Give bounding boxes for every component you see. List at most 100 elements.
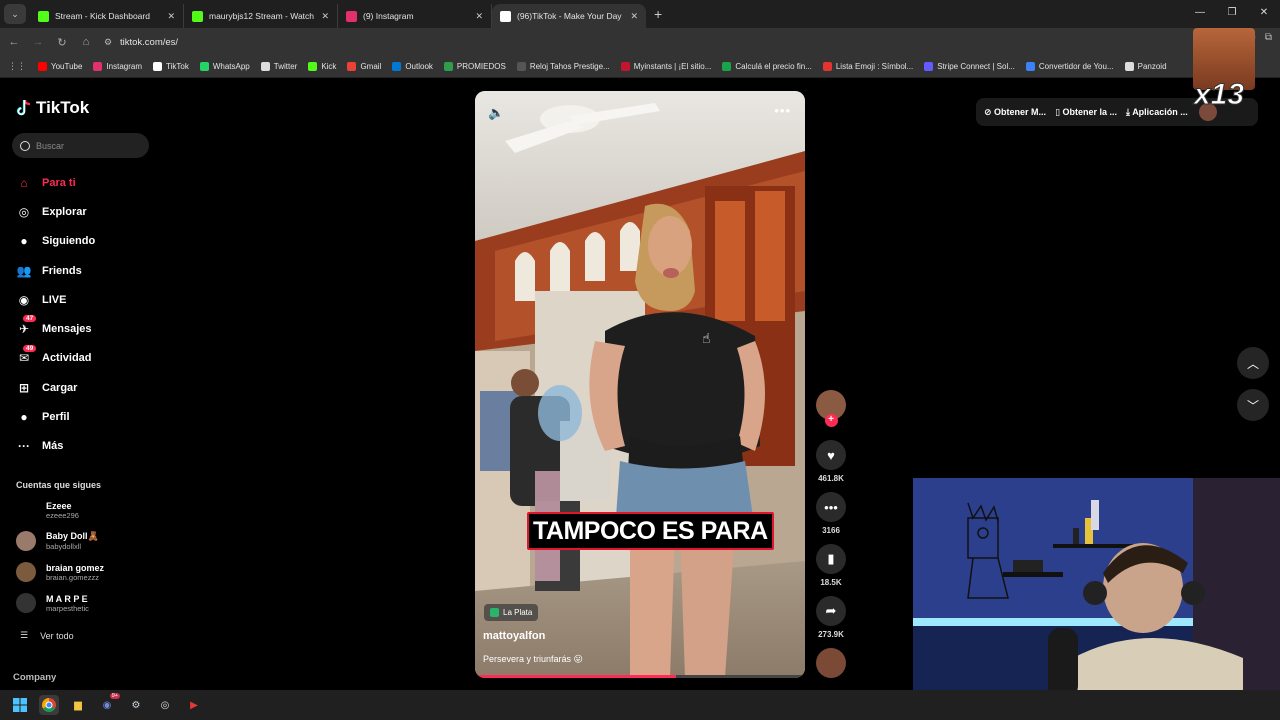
menu-item-para-ti[interactable]: ⌂ Para ti xyxy=(14,168,95,197)
bookmark-item[interactable]: Lista Emoji : Símbol... xyxy=(822,62,913,71)
minimize-button[interactable]: — xyxy=(1184,0,1216,28)
browser-tab[interactable]: (96)TikTok - Make Your Day ✕ xyxy=(492,4,646,28)
close-tab-icon[interactable]: ✕ xyxy=(321,11,329,22)
menu-item-label: LIVE xyxy=(42,293,67,306)
avatar xyxy=(16,562,36,582)
video-description: Persevera y triunfarás 😛 xyxy=(483,654,583,664)
close-tab-icon[interactable]: ✕ xyxy=(630,11,638,22)
share-button[interactable]: ➦ 273.9K xyxy=(815,596,847,639)
video-author[interactable]: mattoyalfon xyxy=(483,630,545,642)
menu-item-cargar[interactable]: ⊞ Cargar xyxy=(14,373,95,402)
home-button[interactable]: ⌂ xyxy=(74,36,98,48)
reload-button[interactable]: ↻ xyxy=(50,36,74,49)
bookmark-item[interactable]: Kick xyxy=(308,62,336,71)
company-link[interactable]: Company xyxy=(13,672,56,683)
volume-icon[interactable]: 🔈 xyxy=(488,105,504,121)
location-tag[interactable]: La Plata xyxy=(484,604,539,621)
steam-button[interactable]: ⚙ xyxy=(126,695,146,715)
menu-item-friends[interactable]: 👥 Friends xyxy=(14,256,95,285)
bookmark-item[interactable]: Twitter xyxy=(260,62,297,71)
bookmark-label: Instagram xyxy=(106,62,143,71)
menu-item-live[interactable]: ◉ LIVE xyxy=(14,285,95,314)
extensions-icon[interactable]: ⧉ xyxy=(1265,32,1272,43)
previous-video-button[interactable]: ︿ xyxy=(1237,347,1269,379)
following-title: Cuentas que sigues xyxy=(16,480,102,490)
following-account[interactable]: braian gomez braian.gomezzz xyxy=(16,562,104,582)
obs-button[interactable]: ◎ xyxy=(155,695,175,715)
close-window-button[interactable]: ✕ xyxy=(1248,0,1280,28)
tab-title: (9) Instagram xyxy=(363,11,414,21)
close-tab-icon[interactable]: ✕ xyxy=(167,11,175,22)
tab-search-button[interactable]: ⌄ xyxy=(4,4,26,24)
menu-item-perfil[interactable]: ● Perfil xyxy=(14,402,95,431)
menu-item-más[interactable]: ··· Más xyxy=(14,432,95,461)
see-all-button[interactable]: ☰ Ver todo xyxy=(20,630,74,641)
follow-plus-icon[interactable]: + xyxy=(824,414,838,427)
desktop-app-button[interactable]: ⤓ Aplicación ... xyxy=(1126,107,1188,118)
tiktok-logo[interactable]: TikTok xyxy=(16,98,89,118)
music-disc-button[interactable] xyxy=(815,648,847,678)
file-explorer-button[interactable]: ▆ xyxy=(68,695,88,715)
bookmark-label: YouTube xyxy=(51,62,83,71)
video-player[interactable]: 🔈 ••• TAMPOCO ES PARA La Plata mattoyalf… xyxy=(475,91,805,678)
start-button[interactable] xyxy=(10,695,30,715)
url-text: tiktok.com/es/ xyxy=(120,36,179,48)
like-button[interactable]: ♥ 461.8K xyxy=(815,440,847,483)
get-coins-button[interactable]: ⊘ Obtener M... xyxy=(984,107,1046,118)
browser-tab[interactable]: Stream - Kick Dashboard ✕ xyxy=(30,4,184,28)
video-more-icon[interactable]: ••• xyxy=(774,103,791,118)
save-button[interactable]: ▮ 18.5K xyxy=(815,544,847,587)
following-account[interactable]: Baby Doll🧸 babydollxll xyxy=(16,531,99,551)
apps-icon[interactable]: ⋮⋮ xyxy=(8,61,26,72)
creator-avatar-button[interactable]: + xyxy=(815,390,847,427)
menu-item-explorar[interactable]: ◎ Explorar xyxy=(14,197,95,226)
chrome-taskbar-button[interactable] xyxy=(39,695,59,715)
bookmark-favicon-icon xyxy=(1124,62,1134,71)
menu-item-actividad[interactable]: ✉ Actividad 49 xyxy=(14,344,95,373)
comment-button[interactable]: ••• 3166 xyxy=(815,492,847,535)
browser-tab[interactable]: (9) Instagram ✕ xyxy=(338,4,492,28)
back-button[interactable]: ← xyxy=(2,36,26,48)
tab-title: (96)TikTok - Make Your Day xyxy=(517,11,622,21)
bookmark-item[interactable]: Calculá el precio fin... xyxy=(722,62,812,71)
bookmark-item[interactable]: PROMIEDOS xyxy=(443,62,506,71)
bookmark-item[interactable]: Reloj Tahos Prestige... xyxy=(516,62,610,71)
windows-icon xyxy=(13,698,27,712)
bookmark-item[interactable]: Gmail xyxy=(347,62,381,71)
bookmark-item[interactable]: Myinstants | ¡El sitio... xyxy=(620,62,711,71)
bookmark-item[interactable]: Outlook xyxy=(392,62,433,71)
browser-tab[interactable]: maurybjs12 Stream - Watch Live ✕ xyxy=(184,4,338,28)
bookmark-item[interactable]: TikTok xyxy=(153,62,189,71)
media-player-button[interactable]: ▶ xyxy=(184,695,204,715)
bookmark-item[interactable]: YouTube xyxy=(38,62,82,71)
steam-icon: ⚙ xyxy=(131,699,141,711)
bookmark-item[interactable]: Convertidor de You... xyxy=(1025,62,1114,71)
get-app-button[interactable]: ▯ Obtener la ... xyxy=(1055,107,1117,118)
bookmark-label: Stripe Connect | Sol... xyxy=(937,62,1015,71)
search-input[interactable]: Buscar xyxy=(12,133,149,158)
bookmark-label: WhatsApp xyxy=(212,62,250,71)
next-video-button[interactable]: ﹀ xyxy=(1237,389,1269,421)
get-coins-label: Obtener M... xyxy=(994,106,1047,117)
bookmark-item[interactable]: Panzoid xyxy=(1124,62,1167,71)
following-account[interactable]: M A R P Emarpesthetic xyxy=(16,593,89,613)
following-account[interactable]: Ezeee ezeee296 xyxy=(16,500,79,520)
music-disc-icon xyxy=(816,648,846,678)
bookmark-favicon-icon xyxy=(620,62,630,71)
bookmark-favicon-icon xyxy=(347,62,357,71)
video-progress-bar[interactable] xyxy=(475,675,805,678)
maximize-button[interactable]: ❐ xyxy=(1216,0,1248,28)
bookmark-item[interactable]: Stripe Connect | Sol... xyxy=(924,62,1015,71)
discord-button[interactable]: ◉ 9+ xyxy=(97,693,120,715)
close-tab-icon[interactable]: ✕ xyxy=(475,11,483,22)
menu-item-siguiendo[interactable]: ● Siguiendo xyxy=(14,227,95,256)
forward-button[interactable]: → xyxy=(26,36,50,48)
heart-icon: ♥ xyxy=(816,440,846,470)
new-tab-button[interactable]: + xyxy=(654,6,662,22)
bookmark-favicon-icon xyxy=(392,62,402,71)
site-info-icon[interactable]: ⚙ xyxy=(104,37,120,48)
menu-item-mensajes[interactable]: ✈ Mensajes 47 xyxy=(14,314,95,343)
address-bar[interactable]: ⚙ tiktok.com/es/ xyxy=(104,32,984,52)
bookmark-item[interactable]: WhatsApp xyxy=(199,62,250,71)
bookmark-item[interactable]: Instagram xyxy=(93,62,142,71)
